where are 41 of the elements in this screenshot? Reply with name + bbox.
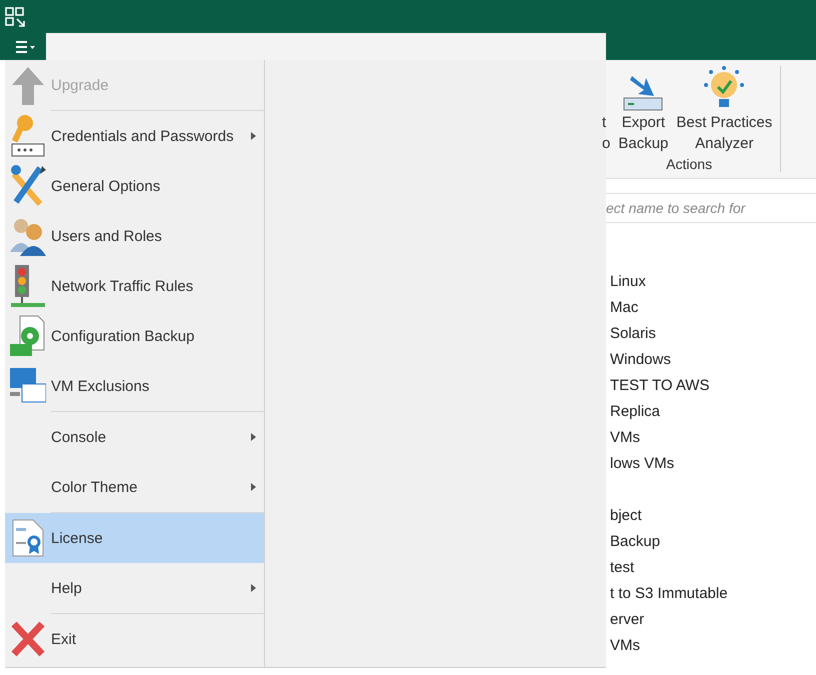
traffic-light-icon (11, 264, 45, 308)
tree-item[interactable]: erver (610, 611, 644, 628)
close-icon (11, 621, 45, 657)
menu-item[interactable]: Color Theme (5, 462, 264, 512)
export-drive-icon (622, 74, 664, 112)
tree-item[interactable]: VMs (610, 637, 640, 654)
menu-item[interactable]: Network Traffic Rules (5, 261, 264, 311)
tree-item[interactable]: test (610, 559, 634, 576)
tree-item[interactable]: bject (610, 507, 642, 524)
tree-item[interactable]: Linux (610, 273, 646, 290)
ribbon-group-label: Actions (665, 156, 714, 172)
tree-item[interactable]: Windows (610, 351, 671, 368)
up-arrow-icon (11, 65, 45, 105)
app-logo-icon (4, 6, 26, 28)
search-field[interactable]: ect name to search for (606, 193, 816, 223)
tools-icon (10, 164, 46, 208)
key-icon (11, 114, 45, 158)
gear-document-icon (10, 314, 46, 358)
tree-item[interactable]: TEST TO AWS (610, 377, 710, 394)
menu-item[interactable]: Exit (5, 614, 264, 664)
tree-item[interactable]: lows VMs (610, 455, 674, 472)
tree-item[interactable]: t to S3 Immutable (610, 585, 728, 602)
ribbon-button[interactable]: Best Practices Analyzer (676, 66, 772, 154)
ribbon-button[interactable]: t o (602, 112, 610, 154)
menu-item[interactable]: License (5, 513, 264, 563)
license-document-icon (11, 518, 45, 558)
tree-item[interactable]: Backup (610, 533, 660, 550)
tree-item[interactable]: Replica (610, 403, 660, 420)
menu-item[interactable]: Users and Roles (5, 211, 264, 261)
ribbon-button[interactable]: Export Backup (618, 74, 668, 154)
menu-item[interactable]: Help (5, 563, 264, 613)
users-icon (10, 216, 46, 256)
menu-item[interactable]: Credentials and Passwords (5, 111, 264, 161)
menu-item[interactable]: VM Exclusions (5, 361, 264, 411)
menu-icon (16, 40, 36, 54)
tree-item[interactable]: VMs (610, 429, 640, 446)
menu-item[interactable]: Console (5, 412, 264, 462)
menu-item[interactable]: General Options (5, 161, 264, 211)
menu-item[interactable]: Configuration Backup (5, 311, 264, 361)
tree-item[interactable]: Solaris (610, 325, 656, 342)
tree-item[interactable]: Mac (610, 299, 638, 316)
